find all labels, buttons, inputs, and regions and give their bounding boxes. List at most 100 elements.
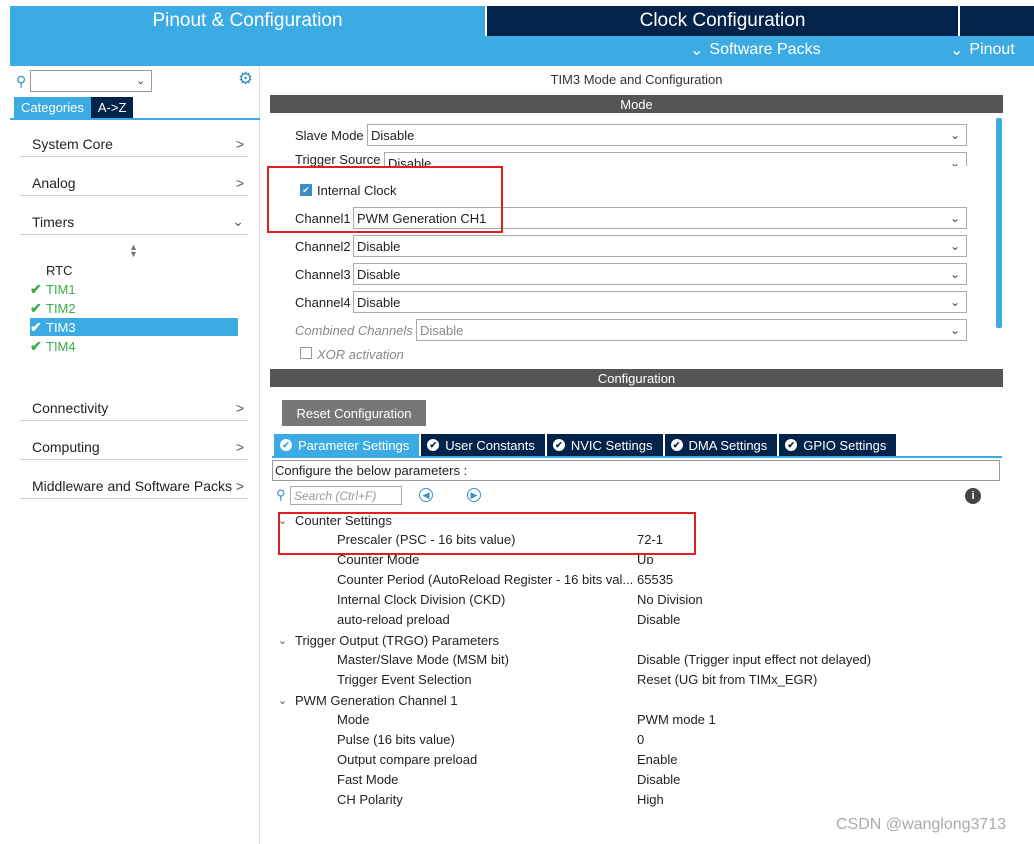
param-name: Internal Clock Division (CKD) bbox=[337, 592, 506, 607]
param-row[interactable]: Counter Period (AutoReload Register - 16… bbox=[270, 570, 1000, 590]
category-search-input[interactable]: ⌄ bbox=[30, 70, 153, 92]
tab-label: GPIO Settings bbox=[803, 437, 887, 453]
channel4-select[interactable]: Disable ⌄ bbox=[353, 291, 967, 313]
category-tabs: Categories A->Z bbox=[14, 97, 134, 118]
check-circle-icon: ✔ bbox=[280, 439, 292, 451]
category-label: Middleware and Software Packs bbox=[32, 477, 232, 494]
param-row[interactable]: Output compare preload Enable bbox=[270, 750, 1000, 770]
chevron-right-icon: > bbox=[235, 135, 244, 152]
parameter-search-input[interactable]: Search (Ctrl+F) bbox=[290, 486, 402, 505]
channel3-select[interactable]: Disable ⌄ bbox=[353, 263, 967, 285]
combined-channels-select[interactable]: Disable ⌄ bbox=[416, 319, 967, 341]
chevron-down-icon: ⌄ bbox=[690, 42, 704, 59]
param-row[interactable]: Internal Clock Division (CKD) No Division bbox=[270, 590, 1000, 610]
tab-pinout-configuration[interactable]: Pinout & Configuration bbox=[10, 6, 485, 36]
chevron-down-icon: ⌄ bbox=[949, 128, 960, 142]
param-value[interactable]: PWM mode 1 bbox=[637, 712, 716, 727]
check-circle-icon: ✔ bbox=[670, 439, 683, 451]
category-timers[interactable]: Timers ⌄ bbox=[20, 209, 248, 235]
param-row[interactable]: Pulse (16 bits value) 0 bbox=[270, 730, 1000, 750]
category-system-core[interactable]: System Core > bbox=[20, 131, 248, 157]
slave-mode-row: Slave Mode Disable ⌄ bbox=[295, 124, 967, 146]
timer-item-tim4[interactable]: ✔ TIM4 bbox=[30, 337, 238, 355]
top-bar: Pinout & Configuration Clock Configurati… bbox=[0, 0, 1034, 66]
param-row[interactable]: Master/Slave Mode (MSM bit) Disable (Trig… bbox=[270, 650, 1000, 670]
param-row[interactable]: auto-reload preload Disable bbox=[270, 610, 1000, 630]
tab-label: DMA Settings bbox=[688, 437, 768, 453]
xor-label: XOR activation bbox=[317, 347, 404, 361]
chevron-down-icon: ⌄ bbox=[278, 694, 288, 707]
param-value[interactable]: Disable bbox=[637, 772, 680, 787]
tab-parameter-settings[interactable]: ✔ Parameter Settings bbox=[274, 434, 420, 456]
param-value[interactable]: Disable bbox=[637, 612, 680, 627]
chevron-right-icon: > bbox=[235, 399, 244, 416]
timer-item-tim3[interactable]: ✔ TIM3 bbox=[30, 318, 238, 336]
chevron-down-icon: ⌄ bbox=[278, 634, 288, 647]
combined-channels-row: Combined Channels Disable ⌄ bbox=[295, 319, 967, 341]
check-circle-icon: ✔ bbox=[552, 439, 565, 451]
tab-clock-configuration[interactable]: Clock Configuration bbox=[487, 6, 958, 36]
trigger-source-select[interactable]: Disable ⌄ bbox=[384, 152, 967, 166]
sort-icon[interactable]: ▲ ▼ bbox=[129, 243, 138, 259]
group-pwm-channel1[interactable]: ⌄ PWM Generation Channel 1 bbox=[278, 690, 458, 710]
timer-item-tim1[interactable]: ✔ TIM1 bbox=[30, 280, 238, 298]
category-label: System Core bbox=[32, 135, 113, 152]
select-value: Disable bbox=[388, 155, 432, 167]
tab-a-z[interactable]: A->Z bbox=[90, 97, 134, 118]
timer-item-tim2[interactable]: ✔ TIM2 bbox=[30, 299, 238, 317]
pinout-menu[interactable]: ⌄ Pinout bbox=[950, 40, 1015, 60]
param-row[interactable]: Fast Mode Disable bbox=[270, 770, 1000, 790]
param-row[interactable]: Mode PWM mode 1 bbox=[270, 710, 1000, 730]
previous-arrow-icon[interactable]: ◀ bbox=[419, 488, 433, 502]
select-value: Disable bbox=[420, 322, 464, 338]
config-header: Configuration bbox=[270, 369, 1003, 387]
tab-categories[interactable]: Categories bbox=[14, 97, 91, 118]
info-icon[interactable]: i bbox=[965, 488, 981, 504]
param-value[interactable]: Enable bbox=[637, 752, 677, 767]
channel2-select[interactable]: Disable ⌄ bbox=[353, 235, 967, 257]
category-label: Analog bbox=[32, 174, 76, 191]
category-computing[interactable]: Computing > bbox=[20, 434, 248, 460]
param-value[interactable]: No Division bbox=[637, 592, 703, 607]
group-trigger-output[interactable]: ⌄ Trigger Output (TRGO) Parameters bbox=[278, 630, 499, 650]
param-name: Pulse (16 bits value) bbox=[337, 732, 455, 747]
software-packs-menu[interactable]: ⌄ Software Packs bbox=[690, 40, 821, 60]
group-title: Trigger Output (TRGO) Parameters bbox=[295, 632, 499, 648]
reset-configuration-button[interactable]: Reset Configuration bbox=[282, 400, 426, 426]
timer-item-rtc[interactable]: RTC bbox=[30, 261, 238, 279]
param-value[interactable]: 65535 bbox=[637, 572, 673, 587]
tab-nvic-settings[interactable]: ✔ NVIC Settings bbox=[546, 434, 663, 456]
chevron-down-icon: ⌄ bbox=[949, 239, 960, 253]
group-title: PWM Generation Channel 1 bbox=[295, 692, 458, 708]
mode-scrollbar[interactable] bbox=[996, 118, 1002, 328]
tab-gpio-settings[interactable]: ✔ GPIO Settings bbox=[779, 434, 897, 456]
xor-checkbox[interactable] bbox=[300, 347, 312, 359]
param-value[interactable]: Disable (Trigger input effect not delaye… bbox=[637, 652, 871, 667]
timer-label: TIM4 bbox=[46, 338, 76, 354]
param-row[interactable]: Trigger Event Selection Reset (UG bit fro… bbox=[270, 670, 1000, 690]
channel4-row: Channel4 Disable ⌄ bbox=[295, 291, 967, 313]
divider bbox=[272, 456, 1002, 458]
tab-user-constants[interactable]: ✔ User Constants bbox=[421, 434, 545, 456]
category-analog[interactable]: Analog > bbox=[20, 170, 248, 196]
channel3-label: Channel3 bbox=[295, 266, 351, 282]
param-value[interactable]: 0 bbox=[637, 732, 644, 747]
slave-mode-label: Slave Mode bbox=[295, 127, 364, 143]
channel3-row: Channel3 Disable ⌄ bbox=[295, 263, 967, 285]
category-middleware[interactable]: Middleware and Software Packs > bbox=[20, 473, 248, 499]
category-label: Connectivity bbox=[32, 399, 109, 416]
info-text: Configure the below parameters : bbox=[272, 460, 1000, 481]
param-value[interactable]: High bbox=[637, 792, 664, 807]
gear-icon[interactable]: ⚙ bbox=[238, 70, 256, 88]
tab-label: NVIC Settings bbox=[570, 437, 653, 453]
next-arrow-icon[interactable]: ▶ bbox=[467, 488, 481, 502]
chevron-down-icon: ⌄ bbox=[949, 295, 960, 309]
category-label: Timers bbox=[32, 213, 75, 230]
slave-mode-select[interactable]: Disable ⌄ bbox=[367, 124, 967, 146]
chevron-right-icon: > bbox=[235, 438, 244, 455]
category-connectivity[interactable]: Connectivity > bbox=[20, 395, 248, 421]
tab-extra[interactable] bbox=[960, 6, 1034, 36]
param-value[interactable]: Reset (UG bit from TIMx_EGR) bbox=[637, 672, 817, 687]
param-row[interactable]: CH Polarity High bbox=[270, 790, 1000, 810]
tab-dma-settings[interactable]: ✔ DMA Settings bbox=[664, 434, 778, 456]
